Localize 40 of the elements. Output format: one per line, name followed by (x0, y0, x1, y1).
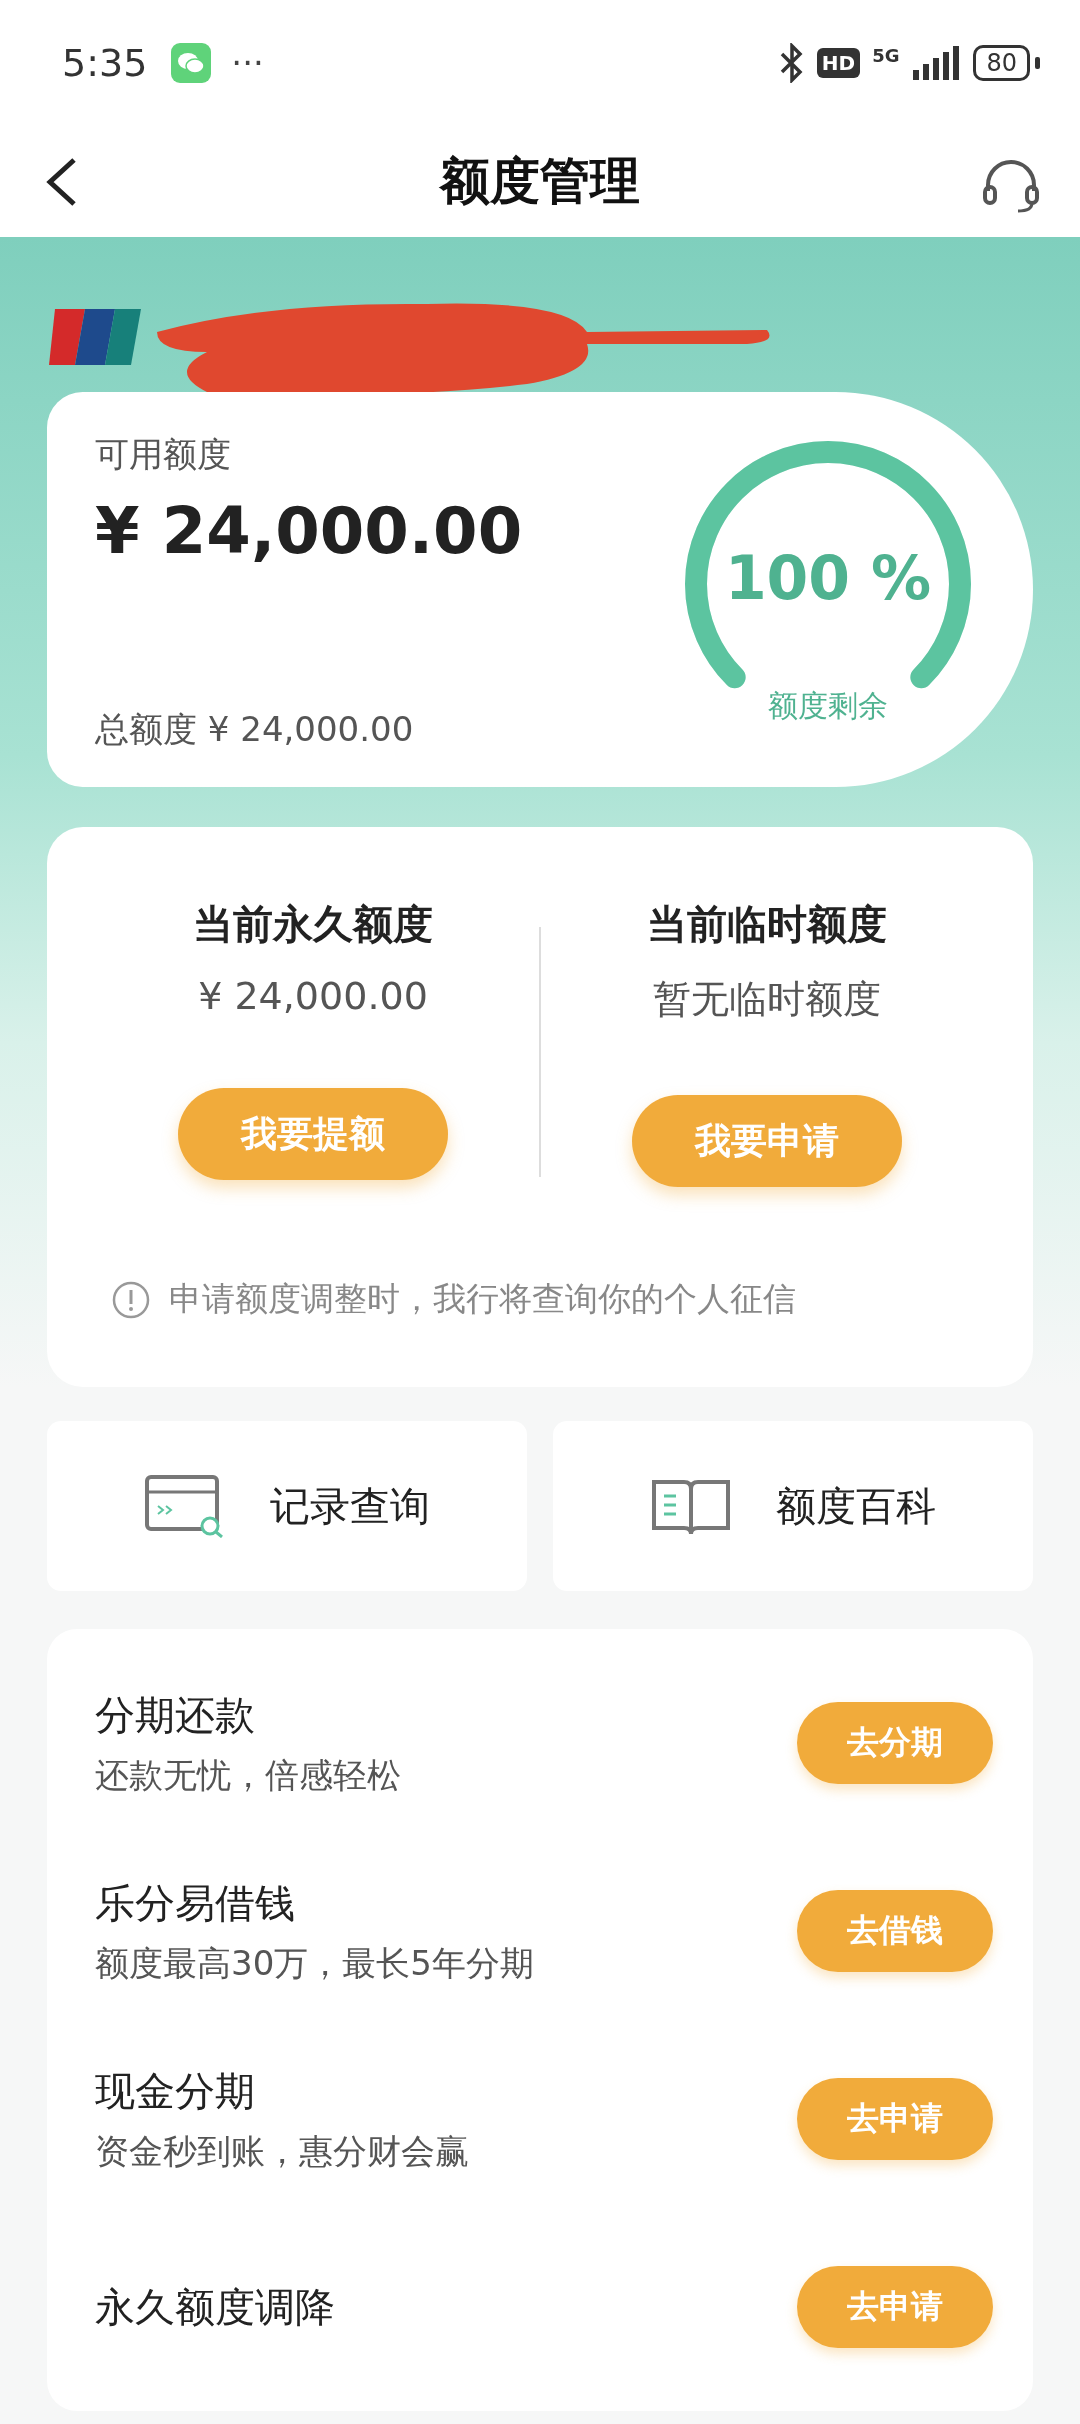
page-title: 额度管理 (440, 150, 640, 212)
signal-icon (911, 45, 962, 80)
quota-title: 当前永久额度 (193, 900, 433, 949)
service-subtitle: 资金秒到账，惠分财会赢 (95, 2129, 470, 2173)
service-subtitle: 额度最高30万，最长5年分期 (95, 1941, 535, 1985)
shortcut-tile[interactable]: 记录查询 (47, 1421, 527, 1591)
hd-badge: HD (816, 47, 861, 78)
service-title: 乐分易借钱 (95, 1878, 296, 1928)
more-notifications: ··· (231, 42, 264, 83)
headset-icon[interactable] (982, 157, 1040, 213)
bluetooth-icon (778, 42, 805, 83)
status-time: 5:35 (62, 40, 148, 85)
service-button[interactable]: 去借钱 (797, 1890, 993, 1972)
service-title: 分期还款 (95, 1690, 256, 1740)
service-button[interactable]: 去申请 (797, 2266, 993, 2348)
card-network-logo-icon (47, 307, 143, 367)
apply-button[interactable]: 我要提额 (178, 1088, 448, 1180)
shortcut-tile[interactable]: 额度百科 (553, 1421, 1033, 1591)
service-button[interactable]: 去分期 (797, 1702, 993, 1784)
available-limit-label: 可用额度 (95, 433, 232, 476)
service-title: 现金分期 (95, 2066, 256, 2116)
service-button[interactable]: 去申请 (797, 2078, 993, 2160)
total-limit: 总额度 ¥ 24,000.00 (95, 708, 415, 751)
available-amount: ¥ 24,000.00 (95, 494, 524, 568)
shortcut-label: 额度百科 (776, 1481, 936, 1531)
shortcut-label: 记录查询 (270, 1481, 430, 1531)
info-icon (111, 1279, 151, 1320)
service-subtitle: 还款无忧，倍感轻松 (95, 1753, 402, 1797)
remaining-caption: 额度剩余 (768, 687, 888, 725)
battery-level: 80 (973, 44, 1040, 81)
quota-value: ¥ 24,000.00 (198, 974, 428, 1018)
quota-value: 暂无临时额度 (653, 976, 881, 1023)
network-type: 5G (872, 44, 900, 66)
apply-button[interactable]: 我要申请 (632, 1095, 902, 1187)
quota-title: 当前临时额度 (647, 900, 887, 949)
credit-check-notice: 申请额度调整时，我行将查询你的个人征信 (169, 1278, 796, 1320)
service-title: 永久额度调降 (95, 2282, 336, 2332)
card-search-icon (144, 1474, 226, 1538)
chat-app-icon (171, 42, 212, 83)
remaining-percent: 100 % (724, 542, 932, 613)
